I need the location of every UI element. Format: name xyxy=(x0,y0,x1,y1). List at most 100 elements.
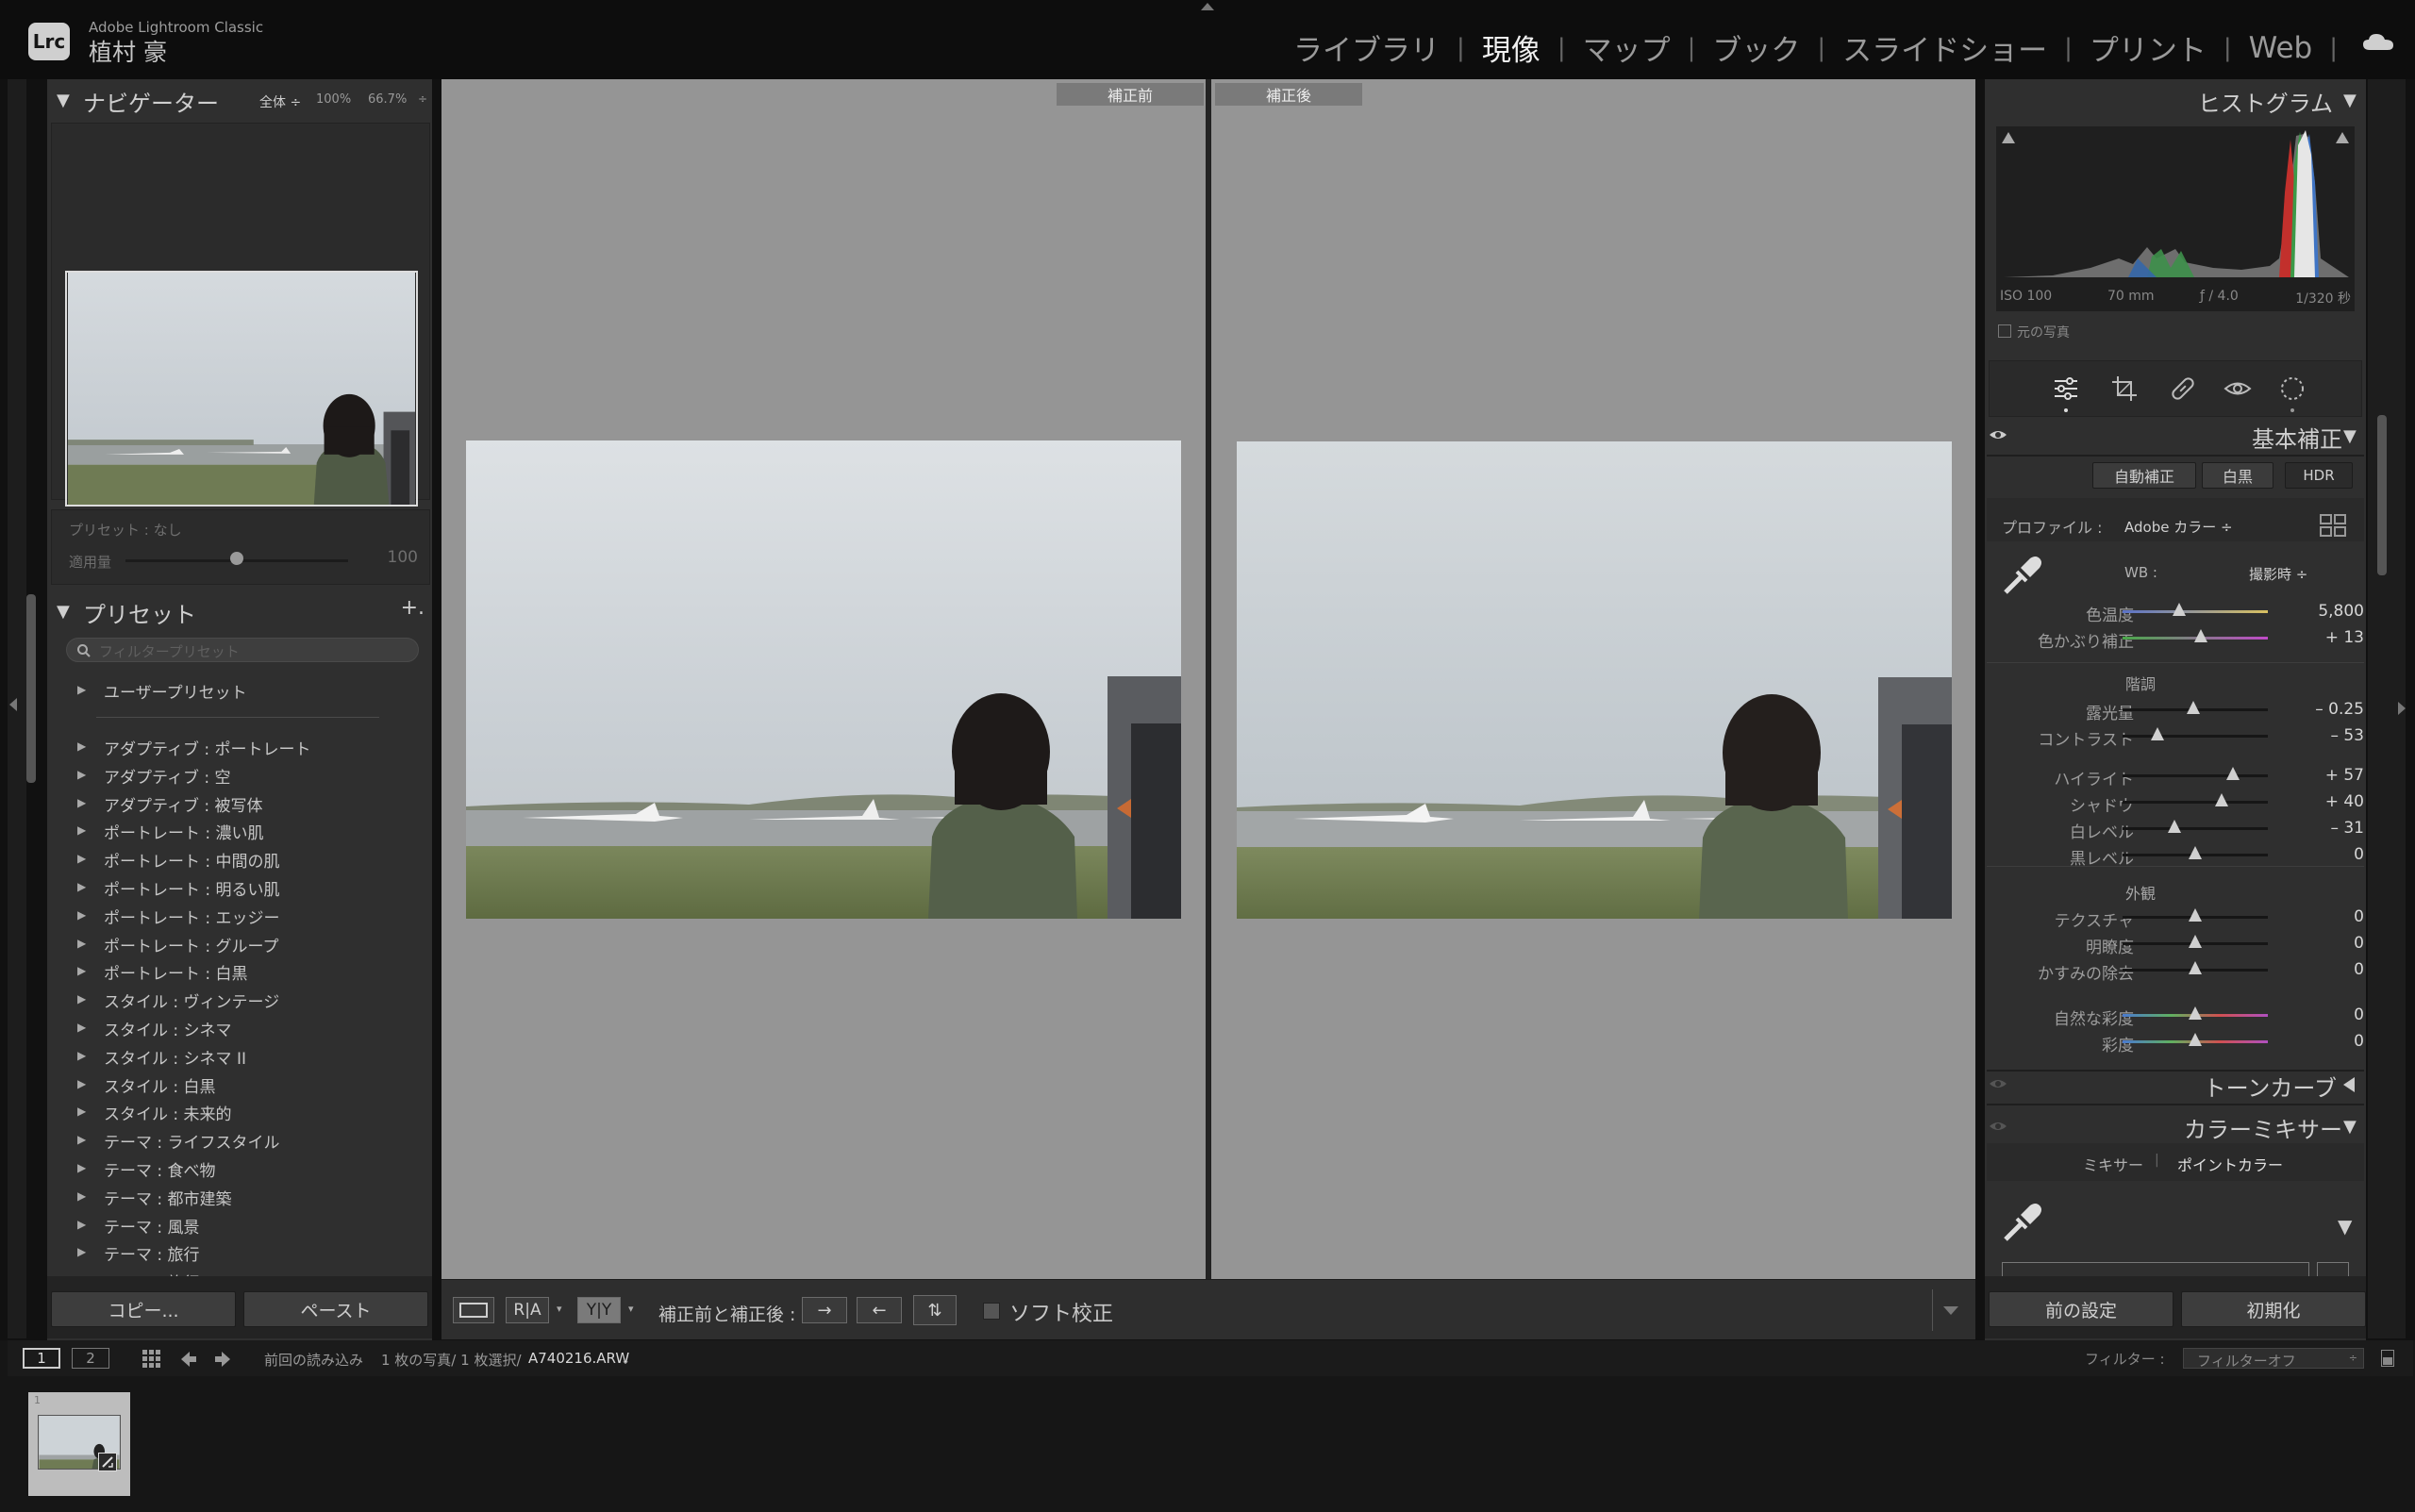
point-color-menu-icon[interactable]: ▼ xyxy=(2338,1215,2352,1238)
slider-value[interactable]: 0 xyxy=(2289,907,2364,926)
auto-tone-button[interactable]: 自動補正 xyxy=(2092,462,2196,489)
right-panel-collapse-icon[interactable] xyxy=(2398,702,2406,715)
copy-after-to-before-button[interactable]: ← xyxy=(857,1297,902,1323)
filter-select[interactable]: フィルターオフ ÷ xyxy=(2183,1348,2364,1370)
preset-group-expand-icon[interactable]: ▶ xyxy=(77,992,86,1005)
preset-group-expand-icon[interactable]: ▶ xyxy=(77,1218,86,1231)
filename-menu-icon[interactable]: ⌄ xyxy=(621,1354,630,1367)
module-print[interactable]: プリント xyxy=(2086,26,2210,69)
preset-group[interactable]: アダプティブ : 被写体 xyxy=(104,792,263,816)
slider-thumb[interactable] xyxy=(2189,935,2202,948)
preset-group-expand-icon[interactable]: ▶ xyxy=(77,823,86,837)
preset-group-expand-icon[interactable]: ▶ xyxy=(77,1021,86,1034)
wb-select[interactable]: 撮影時 ÷ xyxy=(2249,564,2307,584)
bw-button[interactable]: 白黒 xyxy=(2202,462,2273,489)
slider-track[interactable] xyxy=(2123,774,2268,777)
preset-group-expand-icon[interactable]: ▶ xyxy=(77,1189,86,1203)
mixer-tab[interactable]: ミキサー xyxy=(2083,1153,2143,1175)
slider-thumb[interactable] xyxy=(2168,820,2182,833)
preset-group[interactable]: ポートレート : エッジー xyxy=(104,905,280,928)
slider-thumb[interactable] xyxy=(2189,1033,2202,1046)
original-photo-checkbox[interactable] xyxy=(1998,324,2011,338)
slider-thumb[interactable] xyxy=(2189,1006,2202,1020)
before-photo[interactable] xyxy=(466,440,1181,919)
preset-group[interactable]: スタイル : 白黒 xyxy=(104,1073,216,1097)
amount-slider[interactable] xyxy=(230,552,243,565)
zoom-667[interactable]: 66.7% xyxy=(368,92,407,107)
preset-group-expand-icon[interactable]: ▶ xyxy=(77,683,86,696)
left-panel-collapse-icon[interactable] xyxy=(9,698,17,711)
before-after-split-button[interactable]: Y|Y xyxy=(577,1297,621,1323)
preset-group[interactable]: スタイル : 未来的 xyxy=(104,1101,232,1124)
slider-thumb[interactable] xyxy=(2150,727,2164,740)
filmstrip-thumbnail[interactable]: 1 xyxy=(28,1392,130,1496)
module-slideshow[interactable]: スライドショー xyxy=(1839,26,2051,69)
preset-group[interactable]: スタイル : シネマ xyxy=(104,1017,232,1040)
preset-group-expand-icon[interactable]: ▶ xyxy=(77,937,86,950)
point-color-tab[interactable]: ポイントカラー xyxy=(2177,1153,2283,1175)
slider-value[interactable]: + 57 xyxy=(2289,766,2364,785)
view-menu-icon[interactable]: ▾ xyxy=(557,1303,562,1315)
navigator-preview[interactable] xyxy=(65,271,418,507)
swap-before-after-button[interactable]: ⇅ xyxy=(913,1295,957,1325)
preset-group[interactable]: テーマ : 旅行 xyxy=(104,1241,200,1265)
slider-value[interactable]: 0 xyxy=(2289,934,2364,953)
loupe-view-button[interactable] xyxy=(453,1297,494,1323)
after-photo[interactable] xyxy=(1237,441,1952,919)
slider-thumb[interactable] xyxy=(2189,961,2202,974)
slider-track[interactable] xyxy=(2123,735,2268,738)
zoom-menu-icon[interactable]: ÷ xyxy=(418,92,427,106)
module-library[interactable]: ライブラリ xyxy=(1290,26,1443,69)
slider-thumb[interactable] xyxy=(2187,701,2201,714)
color-mixer-visibility-icon[interactable] xyxy=(1989,1120,2007,1133)
slider-value[interactable]: 5,800 xyxy=(2289,602,2364,621)
preset-group[interactable]: ポートレート : 白黒 xyxy=(104,960,248,984)
highlight-clipping-icon[interactable] xyxy=(2336,132,2349,143)
filmstrip-source[interactable]: 前回の読み込み xyxy=(264,1350,363,1370)
slider-value[interactable]: 0 xyxy=(2289,960,2364,979)
slider-value[interactable]: – 53 xyxy=(2289,726,2364,745)
preset-group[interactable]: ユーザープリセット xyxy=(104,679,247,703)
reset-button[interactable]: 初期化 xyxy=(2181,1291,2366,1327)
previous-settings-button[interactable]: 前の設定 xyxy=(1989,1291,2174,1327)
slider-track[interactable] xyxy=(2123,610,2268,613)
copy-before-to-after-button[interactable]: → xyxy=(802,1297,847,1323)
preset-group-expand-icon[interactable]: ▶ xyxy=(77,908,86,922)
filter-lock-icon[interactable] xyxy=(2381,1350,2394,1367)
module-book[interactable]: ブック xyxy=(1708,26,1804,69)
presets-collapse-icon[interactable]: ▼ xyxy=(57,602,70,622)
forward-arrow-icon[interactable] xyxy=(213,1350,232,1369)
preset-group[interactable]: ポートレート : 中間の肌 xyxy=(104,848,280,872)
slider-thumb[interactable] xyxy=(2226,767,2240,780)
preset-group-expand-icon[interactable]: ▶ xyxy=(77,880,86,893)
profile-select[interactable]: Adobe カラー ÷ xyxy=(2124,517,2233,537)
preset-group[interactable]: アダプティブ : ポートレート xyxy=(104,736,311,759)
grid-view-icon[interactable] xyxy=(142,1349,162,1370)
preset-group[interactable]: テーマ : 食べ物 xyxy=(104,1157,216,1181)
slider-value[interactable]: 0 xyxy=(2289,845,2364,864)
filmstrip-filename[interactable]: A740216.ARW xyxy=(528,1350,629,1367)
slider-thumb[interactable] xyxy=(2173,603,2187,616)
slider-value[interactable]: 0 xyxy=(2289,1005,2364,1024)
wb-eyedropper-icon[interactable] xyxy=(1998,553,2045,600)
masking-icon[interactable] xyxy=(2278,374,2307,403)
crop-icon[interactable] xyxy=(2110,374,2139,403)
zoom-fit[interactable]: 全体 ÷ xyxy=(259,92,301,111)
slider-thumb[interactable] xyxy=(2214,793,2228,806)
main-window-button[interactable]: 1 xyxy=(23,1348,60,1369)
soft-proof-checkbox[interactable] xyxy=(983,1303,1000,1320)
tone-curve-expand-icon[interactable] xyxy=(2343,1077,2355,1092)
preset-group-expand-icon[interactable]: ▶ xyxy=(77,768,86,781)
module-develop[interactable]: 現像 xyxy=(1478,26,1544,69)
preset-group-expand-icon[interactable]: ▶ xyxy=(77,739,86,753)
hdr-button[interactable]: HDR xyxy=(2285,462,2353,489)
preset-group-expand-icon[interactable]: ▶ xyxy=(77,964,86,977)
preset-group-expand-icon[interactable]: ▶ xyxy=(77,1105,86,1118)
basic-collapse-icon[interactable]: ▼ xyxy=(2343,426,2357,446)
profile-browser-icon[interactable] xyxy=(2319,513,2347,538)
edit-sliders-icon[interactable] xyxy=(2052,374,2080,403)
split-menu-icon[interactable]: ▾ xyxy=(628,1303,634,1315)
healing-brush-icon[interactable] xyxy=(2169,374,2197,403)
red-eye-icon[interactable] xyxy=(2223,374,2252,403)
preset-group[interactable]: ポートレート : グループ xyxy=(104,933,279,956)
